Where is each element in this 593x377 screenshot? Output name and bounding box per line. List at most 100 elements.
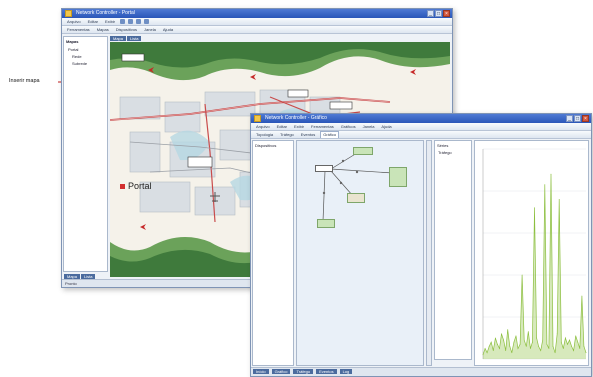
map-tabs: Mapa Lista: [110, 36, 142, 41]
tree-item-portal[interactable]: Portal: [68, 47, 78, 52]
chart-point: [499, 348, 500, 349]
tree-item-subrede[interactable]: Subrede: [72, 61, 87, 66]
menu-item[interactable]: Ferramentas: [309, 124, 336, 130]
menu-item[interactable]: Editar: [275, 124, 289, 130]
topology-diagram[interactable]: [296, 140, 424, 366]
minimize-button[interactable]: _: [427, 10, 434, 17]
menu-item[interactable]: Mapas: [95, 27, 111, 33]
chart-point: [501, 333, 502, 335]
chart-point: [558, 199, 560, 200]
chart-point: [571, 346, 572, 347]
menu-item[interactable]: Gráficos: [339, 124, 358, 130]
diagram-node-d[interactable]: [347, 193, 365, 203]
chart-point: [488, 346, 490, 347]
chart-point: [581, 295, 583, 297]
app-icon: [65, 10, 72, 17]
refresh-icon[interactable]: [120, 19, 126, 24]
chart-point: [534, 207, 535, 209]
chart-point: [544, 184, 546, 186]
menu-item[interactable]: Exibir: [103, 19, 117, 25]
chart-point: [550, 173, 552, 175]
chart-point: [527, 331, 529, 333]
tab-mapa[interactable]: Mapa: [110, 36, 127, 41]
chart-point: [505, 350, 507, 351]
menu-item[interactable]: Ajuda: [161, 27, 175, 33]
menu-item[interactable]: Exibir: [292, 124, 306, 130]
device-list-header: Dispositivos: [255, 143, 277, 148]
chart-point: [482, 354, 484, 356]
chart-point: [546, 343, 548, 345]
menu-item[interactable]: Dispositivos: [114, 27, 139, 33]
chart-point: [497, 343, 498, 345]
chart-point: [515, 335, 517, 337]
chart-point: [484, 348, 486, 349]
chart-point: [532, 341, 533, 343]
chart-point: [486, 352, 488, 354]
diagram-node-a[interactable]: [353, 147, 373, 155]
chart-point: [579, 348, 581, 349]
chart-point: [525, 346, 527, 347]
chart-point: [569, 339, 570, 341]
maximize-button[interactable]: □: [574, 115, 581, 122]
tab-grafico[interactable]: Gráfico: [320, 131, 340, 138]
chart-point: [562, 348, 564, 349]
tab-trafego[interactable]: Tráfego: [278, 132, 296, 138]
chart-point: [492, 350, 494, 351]
device-list-panel: Dispositivos: [252, 140, 294, 366]
chart-series-area: [483, 174, 586, 359]
menu-item[interactable]: Ferramentas: [65, 27, 92, 33]
map-window-titlebar: Network Controller - Portal _ □ ×: [62, 9, 452, 18]
menu-item[interactable]: Janela: [361, 124, 377, 130]
close-button[interactable]: ×: [582, 115, 589, 122]
traffic-chart: [482, 148, 587, 360]
diagram-node-hub[interactable]: [315, 165, 333, 172]
map-window-menubar: Arquivo Editar Exibir: [62, 18, 452, 26]
graph-window-tabs: Topologia Tráfego Eventos Gráfico: [251, 131, 591, 139]
chart-point: [503, 339, 504, 341]
map-window-title: Network Controller - Portal: [76, 10, 135, 16]
chart-point: [560, 341, 562, 343]
print-icon[interactable]: [144, 19, 150, 24]
map-window-toolbar: Ferramentas Mapas Dispositivos Janela Aj…: [62, 26, 452, 34]
menu-item[interactable]: Editar: [86, 19, 100, 25]
graph-window-statusbar: Início Gráfico Tráfego Eventos Log: [251, 367, 591, 376]
series-item-trafego[interactable]: Tráfego: [438, 150, 452, 155]
chart-point: [507, 329, 509, 330]
chart-point: [552, 346, 554, 347]
menu-item[interactable]: Janela: [142, 27, 158, 33]
chart-point: [577, 341, 579, 343]
menu-item[interactable]: Ajuda: [379, 124, 393, 130]
tab-eventos[interactable]: Eventos: [299, 132, 317, 138]
bottom-tab-trafego[interactable]: Tráfego: [293, 369, 314, 374]
graph-window-title: Network Controller - Gráfico: [265, 115, 327, 121]
chart-point: [565, 337, 566, 339]
app-icon: [254, 115, 261, 122]
bottom-tab-log[interactable]: Log: [339, 369, 353, 374]
portal-marker[interactable]: [120, 184, 125, 189]
bottom-tab-grafico[interactable]: Gráfico: [271, 369, 291, 374]
zoom-out-icon[interactable]: [136, 19, 142, 24]
minimize-button[interactable]: _: [566, 115, 573, 122]
bottom-tab-inicio[interactable]: Início: [253, 369, 269, 374]
tab-topologia[interactable]: Topologia: [254, 132, 275, 138]
menu-item[interactable]: Arquivo: [65, 19, 83, 25]
chart-point: [556, 333, 558, 335]
chart-point: [573, 350, 575, 351]
bottom-tab-eventos[interactable]: Eventos: [316, 369, 337, 374]
diagram-node-b[interactable]: [389, 167, 407, 187]
graph-window-menubar: Arquivo Editar Exibir Ferramentas Gráfic…: [251, 123, 591, 131]
chart-point: [517, 348, 519, 349]
chart-point: [494, 337, 496, 339]
graph-window-titlebar: Network Controller - Gráfico _ □ ×: [251, 114, 591, 123]
maximize-button[interactable]: □: [435, 10, 442, 17]
diagram-node-c[interactable]: [317, 219, 335, 228]
tab-lista[interactable]: Lista: [127, 36, 142, 41]
tree-item-rede[interactable]: Rede: [72, 54, 82, 59]
graph-window: Network Controller - Gráfico _ □ × Arqui…: [250, 113, 592, 377]
chart-point: [521, 274, 523, 276]
close-button[interactable]: ×: [443, 10, 450, 17]
menu-item[interactable]: Arquivo: [254, 124, 272, 130]
chart-point: [490, 341, 492, 343]
zoom-in-icon[interactable]: [128, 19, 134, 24]
series-list-header: Séries: [437, 143, 449, 148]
